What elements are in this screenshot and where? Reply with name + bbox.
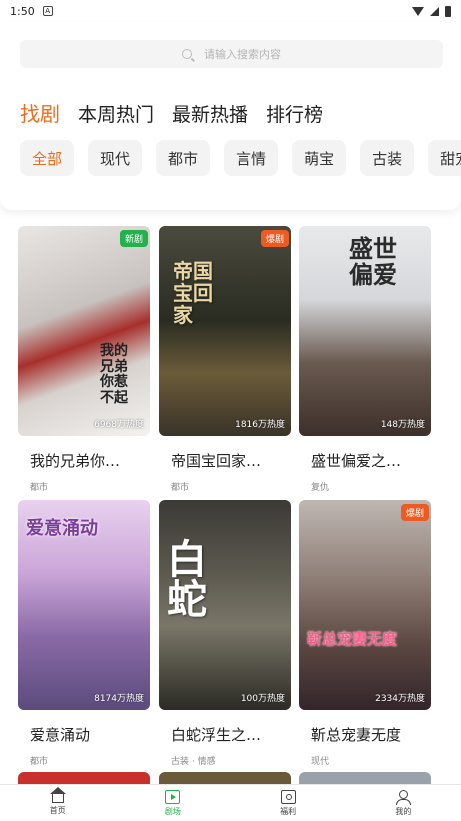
drama-poster[interactable]: 爆剧 帝国宝回家 1816万热度 — [159, 226, 291, 436]
tab-ranking[interactable]: 排行榜 — [266, 100, 323, 127]
drama-card[interactable]: 爱意涌动 8174万热度 爱意涌动 都市 — [18, 500, 150, 767]
new-badge: 新剧 — [119, 230, 148, 247]
category-cute-baby[interactable]: 萌宝 — [292, 140, 347, 176]
tab-weekly-hot[interactable]: 本周热门 — [78, 100, 154, 127]
drama-tag: 现代 — [311, 757, 330, 767]
drama-tag: 古装 · 情感 — [171, 757, 216, 767]
poster-title-art: 盛世偏爱 — [349, 234, 397, 290]
drama-card[interactable]: 新剧 我的兄弟你惹不起 6968万热度 我的兄弟你… 都市 — [18, 226, 150, 493]
drama-title[interactable]: 我的兄弟你… — [30, 450, 148, 471]
drama-tag: 都市 — [30, 757, 49, 767]
drama-title[interactable]: 爱意涌动 — [30, 724, 148, 745]
category-romance[interactable]: 言情 — [224, 140, 279, 176]
poster-title-art: 白蛇 — [167, 536, 207, 623]
drama-card[interactable]: 白蛇 100万热度 白蛇浮生之… 古装 · 情感 — [159, 500, 291, 767]
category-urban[interactable]: 都市 — [156, 140, 211, 176]
poster-title-art: 我的兄弟你惹不起 — [100, 343, 128, 406]
wifi-icon — [412, 6, 424, 16]
drama-poster[interactable]: 盛世偏爱 148万热度 — [299, 226, 431, 436]
play-icon — [165, 789, 181, 804]
drama-poster[interactable]: 爱意涌动 8174万热度 — [18, 500, 150, 710]
bottom-nav: 首页 剧场 福利 我的 — [0, 784, 461, 821]
status-time: 1:50 — [10, 4, 35, 18]
nav-home[interactable]: 首页 — [0, 785, 115, 821]
drama-title[interactable]: 靳总宠妻无度 — [311, 724, 429, 745]
drama-poster[interactable]: 白蛇 100万热度 — [159, 500, 291, 710]
gift-icon — [280, 789, 296, 804]
signal-icon — [430, 6, 439, 16]
drama-poster[interactable]: 爆剧 靳总宠妻无度 2334万热度 — [299, 500, 431, 710]
heat-count: 8174万热度 — [94, 694, 144, 704]
drama-poster[interactable]: 新剧 我的兄弟你惹不起 6968万热度 — [18, 226, 150, 436]
battery-icon — [445, 5, 451, 17]
poster-title-art: 靳总宠妻无度 — [307, 630, 398, 648]
heat-count: 1816万热度 — [235, 420, 285, 430]
hot-badge: 爆剧 — [260, 230, 289, 247]
heat-count: 100万热度 — [240, 694, 285, 704]
notification-icon: A — [42, 6, 53, 16]
hot-badge: 爆剧 — [400, 504, 429, 521]
header-panel: 请输入搜索内容 找剧 本周热门 最新热播 排行榜 全部 现代 都市 言情 萌宝 … — [0, 22, 461, 210]
nav-home-label: 首页 — [49, 806, 66, 815]
drama-card[interactable]: 盛世偏爱 148万热度 盛世偏爱之… 复仇 — [299, 226, 431, 493]
tab-find-drama[interactable]: 找剧 — [20, 98, 60, 127]
category-chips: 全部 现代 都市 言情 萌宝 古装 甜宠 — [20, 140, 461, 176]
main-tabs: 找剧 本周热门 最新热播 排行榜 — [20, 98, 323, 127]
nav-welfare-label: 福利 — [280, 806, 297, 816]
heat-count: 6968万热度 — [94, 420, 144, 430]
nav-theater-label: 剧场 — [164, 806, 181, 816]
drama-card[interactable]: 爆剧 靳总宠妻无度 2334万热度 靳总宠妻无度 现代 — [299, 500, 431, 767]
nav-theater[interactable]: 剧场 — [115, 785, 230, 821]
status-icons — [412, 5, 451, 17]
tab-latest[interactable]: 最新热播 — [172, 100, 248, 127]
nav-profile-label: 我的 — [395, 806, 412, 816]
drama-tag: 都市 — [171, 483, 190, 493]
search-placeholder: 请输入搜索内容 — [204, 48, 281, 61]
drama-title[interactable]: 盛世偏爱之… — [311, 450, 429, 471]
drama-title[interactable]: 帝国宝回家… — [171, 450, 289, 471]
nav-welfare[interactable]: 福利 — [231, 785, 346, 821]
category-costume[interactable]: 古装 — [360, 140, 415, 176]
status-bar: 1:50 A — [0, 0, 461, 22]
drama-card[interactable]: 爆剧 帝国宝回家 1816万热度 帝国宝回家… 都市 — [159, 226, 291, 493]
heat-count: 148万热度 — [380, 420, 425, 430]
drama-title[interactable]: 白蛇浮生之… — [171, 724, 289, 745]
poster-title-art: 帝国宝回家 — [173, 259, 213, 327]
drama-tag: 复仇 — [311, 483, 330, 493]
category-all[interactable]: 全部 — [20, 140, 75, 176]
home-icon — [49, 787, 66, 803]
category-modern[interactable]: 现代 — [88, 140, 143, 176]
search-icon — [182, 49, 192, 59]
poster-title-art: 爱意涌动 — [26, 518, 98, 539]
user-icon — [395, 789, 411, 805]
drama-tag: 都市 — [30, 483, 49, 493]
heat-count: 2334万热度 — [375, 694, 425, 704]
search-bar[interactable]: 请输入搜索内容 — [20, 40, 443, 68]
nav-profile[interactable]: 我的 — [346, 785, 461, 821]
category-sweet[interactable]: 甜宠 — [428, 140, 461, 176]
